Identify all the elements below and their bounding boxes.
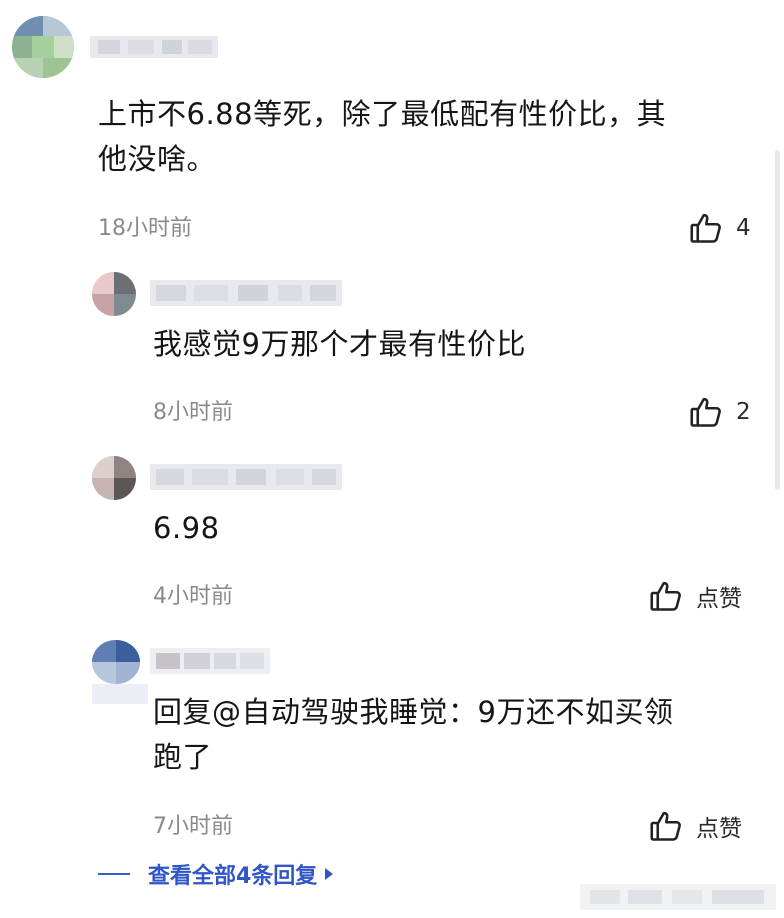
reply-text: 回复@自动驾驶我睡觉：9万还不如买领 跑了	[153, 690, 763, 780]
scrollbar[interactable]	[775, 150, 780, 490]
username-blur-row	[92, 684, 148, 704]
watermark	[580, 884, 776, 910]
view-all-replies-link[interactable]: 查看全部4条回复	[98, 858, 334, 890]
thumbs-up-icon	[688, 210, 724, 246]
comment-timestamp: 18小时前	[98, 216, 192, 241]
username[interactable]	[90, 36, 218, 58]
thumbs-up-icon	[688, 394, 724, 430]
reply-timestamp: 4小时前	[153, 584, 233, 609]
reply-text-line: 跑了	[153, 740, 213, 774]
reply-timestamp: 7小时前	[153, 814, 233, 839]
thumbs-up-icon	[648, 578, 684, 614]
like-button[interactable]: 点赞	[648, 808, 742, 844]
username[interactable]	[150, 280, 342, 306]
divider-line	[98, 873, 130, 875]
avatar[interactable]	[12, 16, 74, 78]
comment-text-line: 上市不6.88等死，除了最低配有性价比，其	[98, 97, 667, 131]
view-all-label: 查看全部4条回复	[148, 864, 318, 889]
avatar[interactable]	[92, 640, 140, 684]
username[interactable]	[150, 464, 342, 490]
avatar[interactable]	[92, 456, 136, 500]
like-label: 点赞	[696, 586, 742, 612]
reply-timestamp: 8小时前	[153, 400, 233, 425]
reply-text: 6.98	[153, 511, 220, 545]
reply-text-line: 回复@自动驾驶我睡觉：9万还不如买领	[153, 695, 674, 729]
thumbs-up-icon	[648, 808, 684, 844]
comment-text-line: 他没啥。	[98, 142, 217, 176]
like-button[interactable]: 4	[688, 210, 751, 246]
like-label: 点赞	[696, 816, 742, 842]
username[interactable]	[150, 648, 270, 674]
like-count: 4	[736, 215, 751, 241]
caret-right-icon	[325, 868, 334, 880]
like-button[interactable]: 点赞	[648, 578, 742, 614]
avatar[interactable]	[92, 272, 136, 316]
comment-text: 上市不6.88等死，除了最低配有性价比，其 他没啥。	[98, 92, 758, 182]
reply-text: 我感觉9万那个才最有性价比	[153, 327, 526, 361]
like-button[interactable]: 2	[688, 394, 751, 430]
like-count: 2	[736, 399, 751, 425]
